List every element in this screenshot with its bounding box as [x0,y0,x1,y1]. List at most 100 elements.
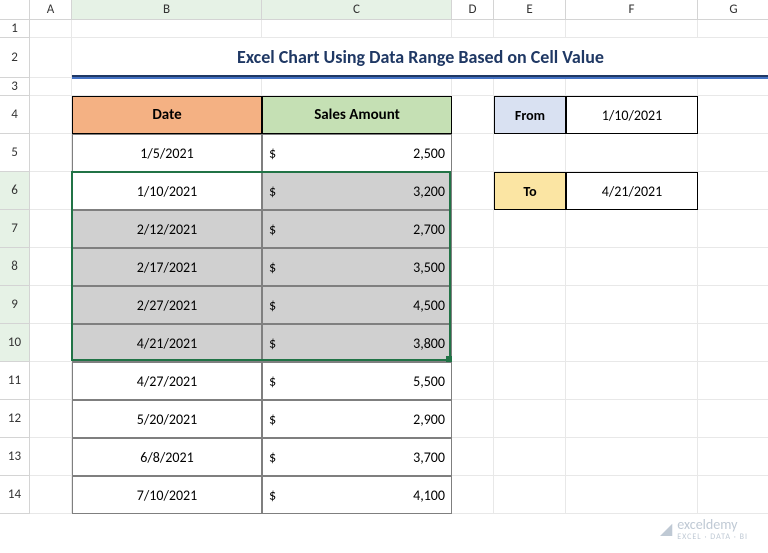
empty-cell[interactable] [698,248,768,286]
empty-cell[interactable] [30,20,72,38]
empty-cell[interactable] [698,172,768,210]
empty-cell[interactable] [452,286,494,324]
empty-cell[interactable] [452,438,494,476]
table-row-date[interactable]: 1/5/2021 [72,134,262,172]
column-header-D[interactable]: D [452,0,494,20]
empty-cell[interactable] [494,400,566,438]
empty-cell[interactable] [72,78,262,96]
row-header-10[interactable]: 10 [0,324,30,362]
empty-cell[interactable] [494,476,566,514]
empty-cell[interactable] [494,210,566,248]
table-row-amount[interactable]: $5,500 [262,362,452,400]
empty-cell[interactable] [452,96,494,134]
empty-cell[interactable] [30,210,72,248]
empty-cell[interactable] [494,134,566,172]
row-header-9[interactable]: 9 [0,286,30,324]
table-row-date[interactable]: 5/20/2021 [72,400,262,438]
row-header-6[interactable]: 6 [0,172,30,210]
empty-cell[interactable] [698,96,768,134]
table-row-date[interactable]: 2/12/2021 [72,210,262,248]
empty-cell[interactable] [30,400,72,438]
empty-cell[interactable] [566,20,698,38]
empty-cell[interactable] [452,324,494,362]
table-row-amount[interactable]: $3,700 [262,438,452,476]
row-header-2[interactable]: 2 [0,38,30,78]
empty-cell[interactable] [494,20,566,38]
table-row-amount[interactable]: $3,500 [262,248,452,286]
empty-cell[interactable] [452,362,494,400]
table-row-date[interactable]: 7/10/2021 [72,476,262,514]
empty-cell[interactable] [30,324,72,362]
empty-cell[interactable] [494,362,566,400]
table-row-amount[interactable]: $4,500 [262,286,452,324]
empty-cell[interactable] [452,20,494,38]
empty-cell[interactable] [698,324,768,362]
row-header-7[interactable]: 7 [0,210,30,248]
table-row-date[interactable]: 2/27/2021 [72,286,262,324]
row-header-1[interactable]: 1 [0,20,30,38]
empty-cell[interactable] [452,400,494,438]
table-row-amount[interactable]: $4,100 [262,476,452,514]
empty-cell[interactable] [566,324,698,362]
empty-cell[interactable] [566,400,698,438]
empty-cell[interactable] [30,38,72,78]
row-header-13[interactable]: 13 [0,438,30,476]
empty-cell[interactable] [262,20,452,38]
grid-corner[interactable] [0,0,30,20]
empty-cell[interactable] [72,20,262,38]
active-cell[interactable]: 1/10/2021 [72,172,262,210]
empty-cell[interactable] [566,78,698,96]
empty-cell[interactable] [452,172,494,210]
empty-cell[interactable] [452,476,494,514]
empty-cell[interactable] [698,362,768,400]
empty-cell[interactable] [494,438,566,476]
column-header-B[interactable]: B [72,0,262,20]
table-row-amount[interactable]: $2,700 [262,210,452,248]
column-header-A[interactable]: A [30,0,72,20]
empty-cell[interactable] [698,438,768,476]
empty-cell[interactable] [30,78,72,96]
column-header-C[interactable]: C [262,0,452,20]
column-header-E[interactable]: E [494,0,566,20]
empty-cell[interactable] [698,210,768,248]
row-header-4[interactable]: 4 [0,96,30,134]
empty-cell[interactable] [30,438,72,476]
row-header-11[interactable]: 11 [0,362,30,400]
row-header-3[interactable]: 3 [0,78,30,96]
row-header-12[interactable]: 12 [0,400,30,438]
empty-cell[interactable] [566,438,698,476]
empty-cell[interactable] [452,78,494,96]
empty-cell[interactable] [452,134,494,172]
table-row-date[interactable]: 6/8/2021 [72,438,262,476]
empty-cell[interactable] [30,134,72,172]
column-header-F[interactable]: F [566,0,698,20]
empty-cell[interactable] [30,362,72,400]
empty-cell[interactable] [566,134,698,172]
empty-cell[interactable] [698,20,768,38]
row-header-14[interactable]: 14 [0,476,30,514]
empty-cell[interactable] [30,172,72,210]
table-row-amount[interactable]: $2,900 [262,400,452,438]
empty-cell[interactable] [494,248,566,286]
empty-cell[interactable] [494,324,566,362]
empty-cell[interactable] [494,286,566,324]
table-row-amount[interactable]: $3,800 [262,324,452,362]
empty-cell[interactable] [698,134,768,172]
table-row-date[interactable]: 2/17/2021 [72,248,262,286]
table-row-date[interactable]: 4/21/2021 [72,324,262,362]
table-row-amount[interactable]: $3,200 [262,172,452,210]
empty-cell[interactable] [262,78,452,96]
table-row-date[interactable]: 4/27/2021 [72,362,262,400]
to-input[interactable]: 4/21/2021 [566,172,698,210]
empty-cell[interactable] [566,476,698,514]
empty-cell[interactable] [566,210,698,248]
empty-cell[interactable] [566,362,698,400]
empty-cell[interactable] [30,476,72,514]
column-header-G[interactable]: G [698,0,768,20]
table-row-amount[interactable]: $2,500 [262,134,452,172]
row-header-5[interactable]: 5 [0,134,30,172]
empty-cell[interactable] [698,286,768,324]
from-input[interactable]: 1/10/2021 [566,96,698,134]
empty-cell[interactable] [494,78,566,96]
empty-cell[interactable] [566,248,698,286]
